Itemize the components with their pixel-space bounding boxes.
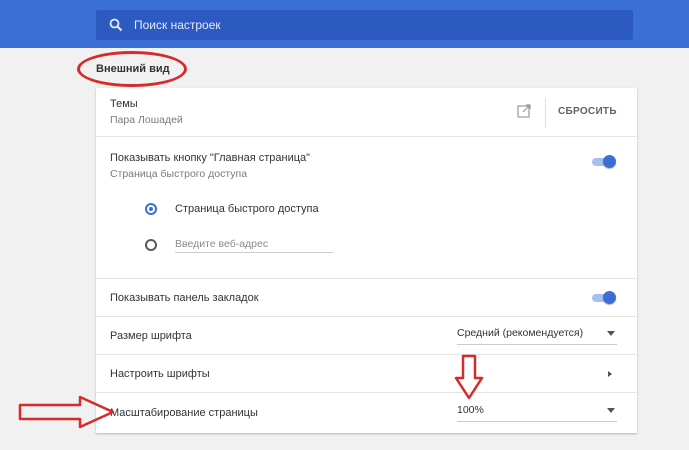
dropdown-caret-icon [607,408,615,413]
page-zoom-label: Масштабирование страницы [110,407,258,419]
open-in-new-icon[interactable] [517,104,531,118]
font-size-value: Средний (рекомендуется) [457,327,584,339]
search-box[interactable] [96,10,633,40]
chevron-right-icon [608,371,612,377]
annotation-ellipse [77,51,187,87]
home-button-label: Показывать кнопку "Главная страница" [110,152,311,164]
bookmarks-bar-toggle[interactable] [592,291,616,305]
font-size-select[interactable]: Средний (рекомендуется) [457,325,617,345]
vertical-divider [545,98,546,128]
home-button-toggle[interactable] [592,155,616,169]
bookmarks-bar-label: Показывать панель закладок [110,292,259,304]
home-button-row: Показывать кнопку "Главная страница" Стр… [96,136,637,278]
customize-fonts-label: Настроить шрифты [110,368,210,380]
home-button-sub: Страница быстрого доступа [110,168,248,180]
bookmarks-bar-row: Показывать панель закладок [96,278,637,316]
appearance-card: Темы Пара Лошадей СБРОСИТЬ Показывать кн… [96,88,637,433]
radio-quick-access[interactable] [145,203,157,215]
page-zoom-row: Масштабирование страницы 100% [96,392,637,433]
theme-name: Пара Лошадей [110,114,183,126]
page-zoom-value: 100% [457,404,484,416]
toggle-knob [603,155,616,168]
search-input[interactable] [134,10,614,40]
radio-custom-url[interactable] [145,239,157,251]
themes-label: Темы [110,98,138,110]
themes-row[interactable]: Темы Пара Лошадей СБРОСИТЬ [96,88,637,136]
dropdown-caret-icon [607,331,615,336]
search-icon [109,18,123,32]
toggle-knob [603,291,616,304]
url-input[interactable] [175,235,333,253]
reset-theme-button[interactable]: СБРОСИТЬ [558,106,617,117]
top-bar [0,0,689,48]
font-size-label: Размер шрифта [110,330,192,342]
page-zoom-select[interactable]: 100% [457,402,617,422]
font-size-row: Размер шрифта Средний (рекомендуется) [96,316,637,354]
radio-quick-access-label: Страница быстрого доступа [175,203,319,215]
annotation-arrow-down-icon [454,354,484,400]
customize-fonts-row[interactable]: Настроить шрифты [96,354,637,392]
annotation-arrow-right-icon [18,395,115,429]
